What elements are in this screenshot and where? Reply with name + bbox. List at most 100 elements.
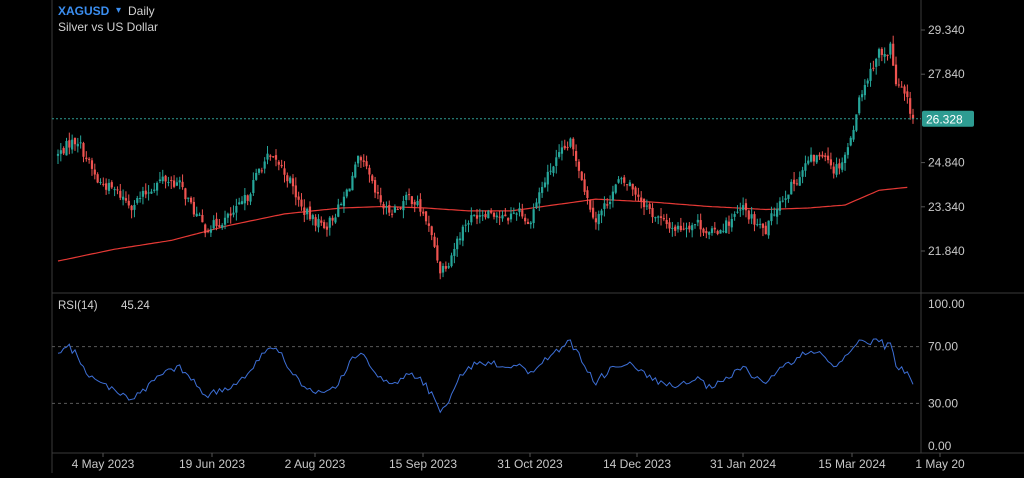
candle-body [572,138,575,150]
candle-body [181,181,184,188]
candle-body [858,97,861,114]
candle-body [263,161,266,169]
candle-body [243,195,246,204]
candle [348,188,351,192]
symbol-dropdown-icon[interactable]: ▾ [116,5,121,16]
candle-body [99,181,102,183]
candle-body [750,214,753,219]
candle-body [376,192,380,194]
candle-body [515,213,518,215]
candle-body [76,143,79,147]
candle-body [727,221,731,226]
candle-body [532,209,535,224]
candle-body [812,154,816,162]
candle-body [136,198,139,203]
candle-body [693,224,697,226]
candle-body [396,209,399,211]
candle-body [507,218,510,221]
candle-body [456,238,459,250]
candle-body [682,228,685,230]
candle [719,229,722,234]
candle-body [849,137,852,146]
candle-body [484,214,487,218]
candle-body [555,157,558,166]
candle-body [215,218,218,227]
candle-body [671,227,674,229]
candle-body [164,175,167,182]
candle-body [269,155,272,157]
candle-body [764,225,767,235]
candle-body [314,217,317,226]
candle-body [543,182,547,187]
candle-body [175,182,179,186]
candle-body [518,208,521,213]
candle-body [792,179,796,184]
candle-body [860,94,864,98]
candle-body [257,168,261,173]
candle-body [410,196,413,205]
candle-body [877,49,881,58]
candle-body [407,194,411,196]
candle-body [722,230,725,232]
candle-body [170,180,173,182]
candle-body [373,180,377,193]
candle-body [606,204,609,206]
candle-body [453,248,456,256]
candle-body [702,228,705,233]
candle-body [249,194,252,202]
symbol-label[interactable]: XAGUSD [58,4,109,18]
candle-body [204,224,207,234]
candle-body [591,207,595,218]
candle-body [280,164,283,167]
candle-body [65,141,68,156]
candle-body [648,204,651,209]
candle-body [883,54,886,57]
chart-canvas[interactable]: 26.328 29.340 27.840 24.840 23.340 21.840 10… [0,0,1024,473]
time-tick-label: 4 May 2023 [72,457,135,471]
candle-body [424,211,428,222]
candle-body [198,214,201,216]
candle-body [818,154,821,157]
candle-body [608,201,612,205]
candle-body [594,218,598,223]
candle-body [272,156,275,158]
candle-body [770,213,773,222]
rsi-indicator-label[interactable]: RSI(14) [58,300,98,312]
candle-body [778,201,782,211]
candle-body [297,196,300,200]
candle-body [566,146,569,148]
candle-body [223,217,227,225]
candle-body [221,224,224,228]
candle-body [161,176,164,182]
candle-body [892,43,895,66]
candle-body [260,170,263,172]
candle-body [824,155,827,158]
candle-body [906,91,909,97]
chart-window[interactable]: 26.328 29.340 27.840 24.840 23.340 21.840 10… [0,0,1024,473]
candle-body [311,215,314,220]
candle-body [886,54,889,57]
candle-body [153,189,156,191]
candle-body [422,211,425,214]
timeframe-label[interactable]: Daily [128,4,155,18]
candle-body [767,220,770,236]
candle-body [761,223,765,228]
candle-body [529,222,532,225]
candle-body [574,151,578,161]
candle-body [184,188,187,200]
candle-body [832,166,835,174]
candle-body [654,217,657,219]
candle-body [85,157,88,160]
candle-body [662,218,665,220]
candle-body [603,203,606,209]
candle-body [331,217,334,221]
candle-body [362,160,365,162]
candle-body [708,232,711,235]
candle-body [371,175,374,181]
candle-body [657,216,660,218]
candle-body [365,161,368,167]
candle-body [439,261,442,274]
candle-body [187,197,190,199]
candle-body [889,43,892,55]
candle-body [897,84,900,86]
